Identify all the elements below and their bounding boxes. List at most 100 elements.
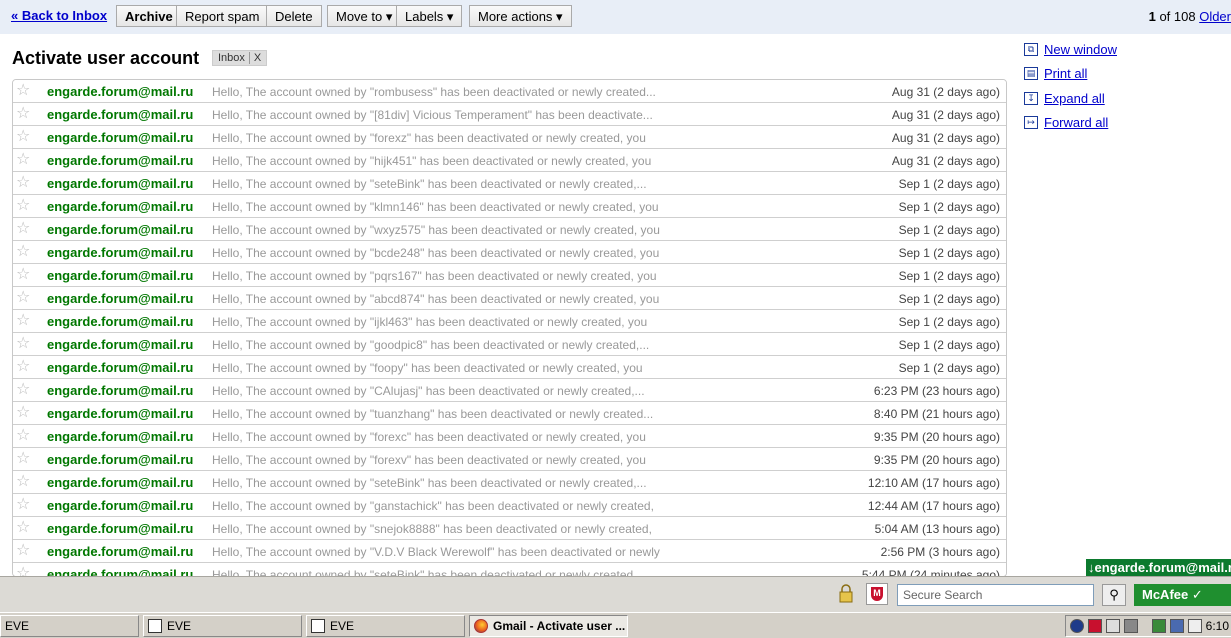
message-row[interactable]: ☆ engarde.forum@mail.ru Hello, The account… <box>13 448 1006 471</box>
connection-icon[interactable] <box>1170 619 1184 633</box>
message-row[interactable]: ☆ engarde.forum@mail.ru Hello, The account… <box>13 310 1006 333</box>
inbox-label-chip: Inbox X <box>212 50 268 66</box>
message-row[interactable]: ☆ engarde.forum@mail.ru Hello, The account… <box>13 103 1006 126</box>
print-all-link[interactable]: Print all <box>1044 66 1087 81</box>
star-icon[interactable]: ☆ <box>16 403 30 423</box>
delete-button[interactable]: Delete <box>266 5 322 27</box>
message-row[interactable]: ☆ engarde.forum@mail.ru Hello, The account… <box>13 425 1006 448</box>
forward-all-link[interactable]: Forward all <box>1044 115 1108 130</box>
message-row[interactable]: ☆ engarde.forum@mail.ru Hello, The account… <box>13 80 1006 103</box>
more-actions-dropdown[interactable]: More actions ▾ <box>469 5 572 27</box>
taskbar-item-gmail[interactable]: Gmail - Activate user ... <box>469 615 628 637</box>
message-row[interactable]: ☆ engarde.forum@mail.ru Hello, The account… <box>13 356 1006 379</box>
message-snippet: Hello, The account owned by "ijkl463" ha… <box>212 315 648 329</box>
message-row[interactable]: ☆ engarde.forum@mail.ru Hello, The account… <box>13 195 1006 218</box>
message-row[interactable]: ☆ engarde.forum@mail.ru Hello, The account… <box>13 241 1006 264</box>
message-row[interactable]: ☆ engarde.forum@mail.ru Hello, The account… <box>13 379 1006 402</box>
star-icon[interactable]: ☆ <box>16 518 30 538</box>
message-date: 2:56 PM (3 hours ago) <box>880 545 1000 559</box>
message-date: Aug 31 (2 days ago) <box>891 108 1000 122</box>
star-icon[interactable]: ☆ <box>16 173 30 193</box>
star-icon[interactable]: ☆ <box>16 426 30 446</box>
message-date: 8:40 PM (21 hours ago) <box>873 407 1000 421</box>
star-icon[interactable]: ☆ <box>16 472 30 492</box>
labels-dropdown[interactable]: Labels ▾ <box>396 5 463 27</box>
message-row[interactable]: ☆ engarde.forum@mail.ru Hello, The account… <box>13 402 1006 425</box>
new-window-link[interactable]: New window <box>1044 42 1117 57</box>
star-icon[interactable]: ☆ <box>16 81 30 101</box>
message-date: Aug 31 (2 days ago) <box>891 154 1000 168</box>
message-row[interactable]: ☆ engarde.forum@mail.ru Hello, The account… <box>13 172 1006 195</box>
remove-label-button[interactable]: X <box>248 52 262 64</box>
monitor-icon[interactable] <box>1124 619 1138 633</box>
new-mail-notification[interactable]: ↓engarde.forum@mail.ru <box>1086 559 1231 576</box>
message-row[interactable]: ☆ engarde.forum@mail.ru Hello, The account… <box>13 540 1006 563</box>
message-list: ☆ engarde.forum@mail.ru Hello, The account… <box>12 79 1007 577</box>
star-icon[interactable]: ☆ <box>16 104 30 124</box>
taskbar-item[interactable]: EVE <box>0 615 139 637</box>
star-icon[interactable]: ☆ <box>16 127 30 147</box>
star-icon[interactable]: ☆ <box>16 219 30 239</box>
star-icon[interactable]: ☆ <box>16 380 30 400</box>
star-icon[interactable]: ☆ <box>16 311 30 331</box>
star-icon[interactable]: ☆ <box>16 357 30 377</box>
label-name: Inbox <box>218 52 245 64</box>
search-icon: ⚲ <box>1109 587 1119 602</box>
taskbar-item[interactable]: EVE <box>306 615 465 637</box>
taskbar-item-label: EVE <box>5 619 30 633</box>
message-row[interactable]: ☆ engarde.forum@mail.ru Hello, The account… <box>13 218 1006 241</box>
message-row[interactable]: ☆ engarde.forum@mail.ru Hello, The account… <box>13 494 1006 517</box>
message-snippet: Hello, The account owned by "CAlujasj" h… <box>212 384 645 398</box>
star-icon[interactable]: ☆ <box>16 242 30 262</box>
safely-remove-icon[interactable] <box>1152 619 1166 633</box>
mcafee-shield-icon[interactable]: M <box>866 583 888 605</box>
taskbar-item-label: EVE <box>330 619 355 633</box>
mcafee-tray-icon[interactable] <box>1088 619 1102 633</box>
message-row[interactable]: ☆ engarde.forum@mail.ru Hello, The account… <box>13 563 1006 576</box>
message-row[interactable]: ☆ engarde.forum@mail.ru Hello, The account… <box>13 149 1006 172</box>
mcafee-button[interactable]: McAfee ✓ <box>1134 584 1231 606</box>
message-date: 12:44 AM (17 hours ago) <box>867 499 1000 513</box>
message-snippet: Hello, The account owned by "forexz" has… <box>212 131 646 145</box>
message-row[interactable]: ☆ engarde.forum@mail.ru Hello, The account… <box>13 333 1006 356</box>
back-to-inbox-link[interactable]: « Back to Inbox <box>11 8 107 23</box>
report-spam-button[interactable]: Report spam <box>176 5 269 27</box>
message-snippet: Hello, The account owned by "rombusess" … <box>212 85 656 99</box>
message-snippet: Hello, The account owned by "ganstachick… <box>212 499 654 513</box>
message-row[interactable]: ☆ engarde.forum@mail.ru Hello, The account… <box>13 471 1006 494</box>
archive-button[interactable]: Archive <box>116 5 182 27</box>
star-icon[interactable]: ☆ <box>16 196 30 216</box>
move-to-dropdown[interactable]: Move to ▾ <box>327 5 402 27</box>
message-snippet: Hello, The account owned by "abcd874" ha… <box>212 292 660 306</box>
message-row[interactable]: ☆ engarde.forum@mail.ru Hello, The account… <box>13 126 1006 149</box>
star-icon[interactable]: ☆ <box>16 334 30 354</box>
message-date: Sep 1 (2 days ago) <box>898 246 1000 260</box>
message-snippet: Hello, The account owned by "foopy" has … <box>212 361 643 375</box>
message-row[interactable]: ☆ engarde.forum@mail.ru Hello, The account… <box>13 287 1006 310</box>
volume-icon[interactable] <box>1188 619 1202 633</box>
forward-icon: ↦ <box>1024 116 1038 129</box>
network-icon[interactable] <box>1070 619 1084 633</box>
message-sender: engarde.forum@mail.ru <box>47 153 194 168</box>
message-sender: engarde.forum@mail.ru <box>47 337 194 352</box>
message-row[interactable]: ☆ engarde.forum@mail.ru Hello, The account… <box>13 517 1006 540</box>
message-date: 9:35 PM (20 hours ago) <box>873 453 1000 467</box>
message-sender: engarde.forum@mail.ru <box>47 222 194 237</box>
star-icon[interactable]: ☆ <box>16 150 30 170</box>
star-icon[interactable]: ☆ <box>16 288 30 308</box>
expand-all-link[interactable]: Expand all <box>1044 91 1105 106</box>
message-row[interactable]: ☆ engarde.forum@mail.ru Hello, The account… <box>13 264 1006 287</box>
message-date: 6:23 PM (23 hours ago) <box>873 384 1000 398</box>
star-icon[interactable]: ☆ <box>16 541 30 561</box>
message-sender: engarde.forum@mail.ru <box>47 521 194 536</box>
secure-search-input[interactable]: Secure Search <box>897 584 1094 606</box>
message-snippet: Hello, The account owned by "[81div] Vic… <box>212 108 653 122</box>
taskbar-item[interactable]: EVE <box>143 615 302 637</box>
star-icon[interactable]: ☆ <box>16 265 30 285</box>
search-button[interactable]: ⚲ <box>1102 584 1126 606</box>
older-link[interactable]: Older <box>1199 9 1231 24</box>
star-icon[interactable]: ☆ <box>16 449 30 469</box>
star-icon[interactable]: ☆ <box>16 495 30 515</box>
message-date: Sep 1 (2 days ago) <box>898 200 1000 214</box>
speaker-icon[interactable] <box>1106 619 1120 633</box>
